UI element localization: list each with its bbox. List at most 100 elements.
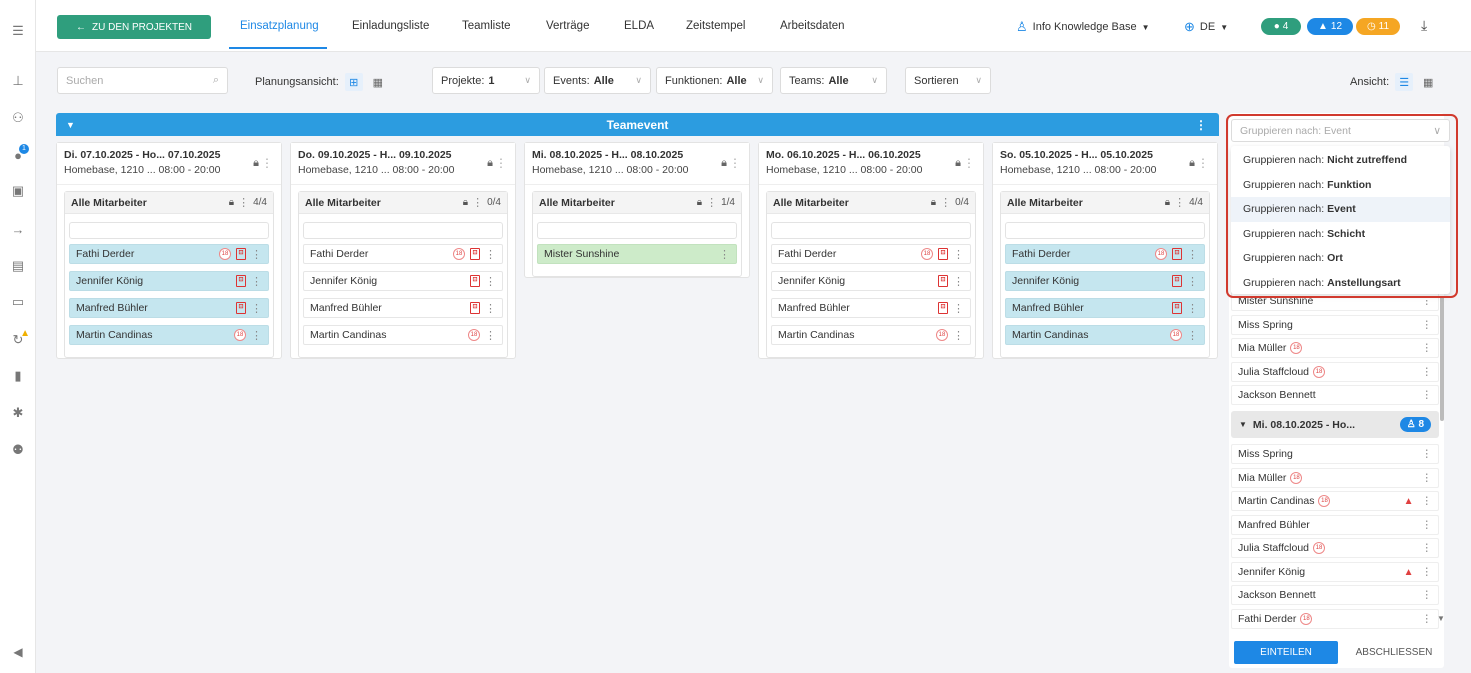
drop-zone[interactable] — [69, 222, 269, 239]
group-by-option[interactable]: Gruppieren nach: Event — [1231, 197, 1450, 222]
shift-header[interactable]: Mo. 06.10.2025 - H... 06.10.2025 Homebas… — [759, 143, 983, 185]
more-menu-icon[interactable]: ⋮ — [1187, 302, 1198, 315]
lock-icon[interactable]: 🔒︎ — [697, 197, 702, 208]
event-banner[interactable]: ▼ Teamevent ⋮ — [56, 113, 1219, 136]
more-menu-icon[interactable]: ⋮ — [251, 329, 262, 342]
shift-header[interactable]: Di. 07.10.2025 - Ho... 07.10.2025 Homeba… — [57, 143, 281, 185]
scrollbar[interactable] — [1440, 296, 1444, 421]
employee-card[interactable]: Fathi Derder 18 ⊡ ⋮ — [303, 244, 503, 264]
lock-icon[interactable]: 🔒︎ — [487, 157, 493, 170]
available-employee[interactable]: Manfred Bühler ⋮ — [1231, 514, 1439, 535]
available-employee[interactable]: Mia Müller 18 ⋮ — [1231, 338, 1439, 358]
pdf-icon[interactable]: ⊡ — [470, 248, 480, 260]
pdf-icon[interactable]: ⊡ — [938, 302, 948, 314]
more-menu-icon[interactable]: ⋮ — [706, 196, 717, 209]
lock-icon[interactable]: 🔒︎ — [229, 197, 234, 208]
more-menu-icon[interactable]: ⋮ — [1187, 329, 1198, 342]
available-employee[interactable]: Jackson Bennett ⋮ — [1231, 585, 1439, 605]
more-menu-icon[interactable]: ⋮ — [485, 302, 496, 315]
employee-card[interactable]: Jennifer König ⊡ ⋮ — [69, 271, 269, 291]
filter-functions[interactable]: Funktionen: Alle ∨ — [656, 67, 773, 94]
more-menu-icon[interactable]: ⋮ — [1422, 613, 1433, 625]
tab-teamliste[interactable]: Teamliste — [462, 20, 511, 32]
employee-card[interactable]: Fathi Derder 18 ⊡ ⋮ — [1005, 244, 1205, 264]
lock-icon[interactable]: 🔒︎ — [463, 197, 468, 208]
more-menu-icon[interactable]: ⋮ — [1174, 196, 1185, 209]
more-menu-icon[interactable]: ⋮ — [485, 248, 496, 261]
more-menu-icon[interactable]: ⋮ — [1422, 342, 1433, 354]
lock-icon[interactable]: 🔒︎ — [253, 157, 259, 170]
group-by-option[interactable]: Gruppieren nach: Schicht — [1231, 222, 1450, 247]
employee-card[interactable]: Jennifer König ⊡ ⋮ — [303, 271, 503, 291]
back-to-projects-button[interactable]: ← ZU DEN PROJEKTEN — [57, 15, 211, 39]
more-menu-icon[interactable]: ⋮ — [1187, 275, 1198, 288]
user-admin-icon[interactable]: ⚉ — [0, 439, 36, 461]
more-menu-icon[interactable]: ⋮ — [719, 248, 730, 261]
employee-card[interactable]: Martin Candinas 18 ⋮ — [303, 325, 503, 345]
drop-zone[interactable] — [1005, 222, 1205, 239]
pdf-icon[interactable]: ⊡ — [1172, 275, 1182, 287]
list-view-icon[interactable]: ☰ — [1395, 73, 1414, 91]
org-chart-icon[interactable]: ⊥ — [0, 70, 36, 92]
more-menu-icon[interactable]: ⋮ — [1187, 248, 1198, 261]
more-menu-icon[interactable]: ⋮ — [1422, 589, 1433, 601]
employee-card[interactable]: Fathi Derder 18 ⊡ ⋮ — [69, 244, 269, 264]
lock-icon[interactable]: 🔒︎ — [721, 157, 727, 170]
tab-einladungsliste[interactable]: Einladungsliste — [352, 20, 429, 32]
employee-card[interactable]: Mister Sunshine ⋮ — [537, 244, 737, 264]
scroll-down-icon[interactable]: ▼ — [1437, 614, 1445, 623]
more-menu-icon[interactable]: ⋮ — [251, 248, 262, 261]
tab-zeitstempel[interactable]: Zeitstempel — [686, 20, 745, 32]
available-employee[interactable]: Fathi Derder 18 ⋮ — [1231, 608, 1439, 629]
available-employee[interactable]: Miss Spring ⋮ — [1231, 314, 1439, 335]
available-employee[interactable]: Jennifer König ▲ ⋮ — [1231, 561, 1439, 582]
notification-badge-pill[interactable]: ▲ 12 — [1307, 18, 1353, 35]
group-by-option[interactable]: Gruppieren nach: Ort — [1231, 246, 1450, 271]
knowledge-base-menu[interactable]: ♙ Info Knowledge Base ▼ — [1016, 19, 1150, 35]
event-group-header[interactable]: ▼ Mi. 08.10.2025 - Ho... ♙ 8 — [1231, 411, 1439, 438]
lock-icon[interactable]: 🔒︎ — [931, 197, 936, 208]
more-menu-icon[interactable]: ⋮ — [953, 248, 964, 261]
more-menu-icon[interactable]: ⋮ — [1195, 118, 1207, 132]
more-menu-icon[interactable]: ⋮ — [495, 156, 507, 170]
more-menu-icon[interactable]: ⋮ — [1422, 319, 1433, 331]
more-menu-icon[interactable]: ⋮ — [953, 329, 964, 342]
chat-badge[interactable]: ● 4 — [1261, 18, 1301, 35]
lock-icon[interactable]: 🔒︎ — [955, 157, 961, 170]
shift-header[interactable]: So. 05.10.2025 - H... 05.10.2025 Homebas… — [993, 143, 1217, 185]
clock-badge[interactable]: ◷ 11 — [1356, 18, 1400, 35]
building-icon[interactable]: ▤ — [0, 255, 36, 277]
more-menu-icon[interactable]: ⋮ — [1422, 389, 1433, 401]
available-employee[interactable]: Julia Staffcloud 18 ⋮ — [1231, 361, 1439, 382]
users-icon[interactable]: ⚇ — [0, 107, 36, 129]
search-input[interactable]: Suchen ⌕ — [57, 67, 228, 94]
more-menu-icon[interactable]: ⋮ — [1422, 566, 1433, 578]
more-menu-icon[interactable]: ⋮ — [1422, 495, 1433, 507]
more-menu-icon[interactable]: ⋮ — [1422, 542, 1433, 554]
available-employee[interactable]: Julia Staffcloud 18 ⋮ — [1231, 538, 1439, 558]
available-employee[interactable]: Mia Müller 18 ⋮ — [1231, 467, 1439, 488]
pdf-icon[interactable]: ⊡ — [1172, 302, 1182, 314]
available-employee[interactable]: Jackson Bennett ⋮ — [1231, 385, 1439, 405]
table-view-icon[interactable]: ▦ — [1419, 73, 1437, 91]
filter-events[interactable]: Events: Alle ∨ — [544, 67, 651, 94]
available-employee[interactable]: Miss Spring ⋮ — [1231, 444, 1439, 464]
more-menu-icon[interactable]: ⋮ — [953, 302, 964, 315]
more-menu-icon[interactable]: ⋮ — [485, 329, 496, 342]
drop-zone[interactable] — [537, 222, 737, 239]
settings-icon[interactable]: ✱ — [0, 402, 36, 424]
employee-card[interactable]: Manfred Bühler ⊡ ⋮ — [1005, 298, 1205, 318]
more-menu-icon[interactable]: ⋮ — [953, 275, 964, 288]
available-employee[interactable]: Martin Candinas 18 ▲ ⋮ — [1231, 491, 1439, 511]
lock-icon[interactable]: 🔒︎ — [1189, 157, 1195, 170]
grid-view-icon[interactable]: ⊞ — [344, 73, 363, 91]
more-menu-icon[interactable]: ⋮ — [1197, 156, 1209, 170]
more-menu-icon[interactable]: ⋮ — [940, 196, 951, 209]
more-menu-icon[interactable]: ⋮ — [472, 196, 483, 209]
pdf-icon[interactable]: ⊡ — [236, 248, 246, 260]
close-button[interactable]: ABSCHLIESSEN — [1348, 641, 1440, 664]
sync-warning-icon[interactable]: ↻ ▲ — [0, 328, 36, 351]
sort-dropdown[interactable]: Sortieren ∨ — [905, 67, 991, 94]
employee-card[interactable]: Manfred Bühler ⊡ ⋮ — [303, 298, 503, 318]
document-icon[interactable]: ▮ — [0, 365, 36, 387]
